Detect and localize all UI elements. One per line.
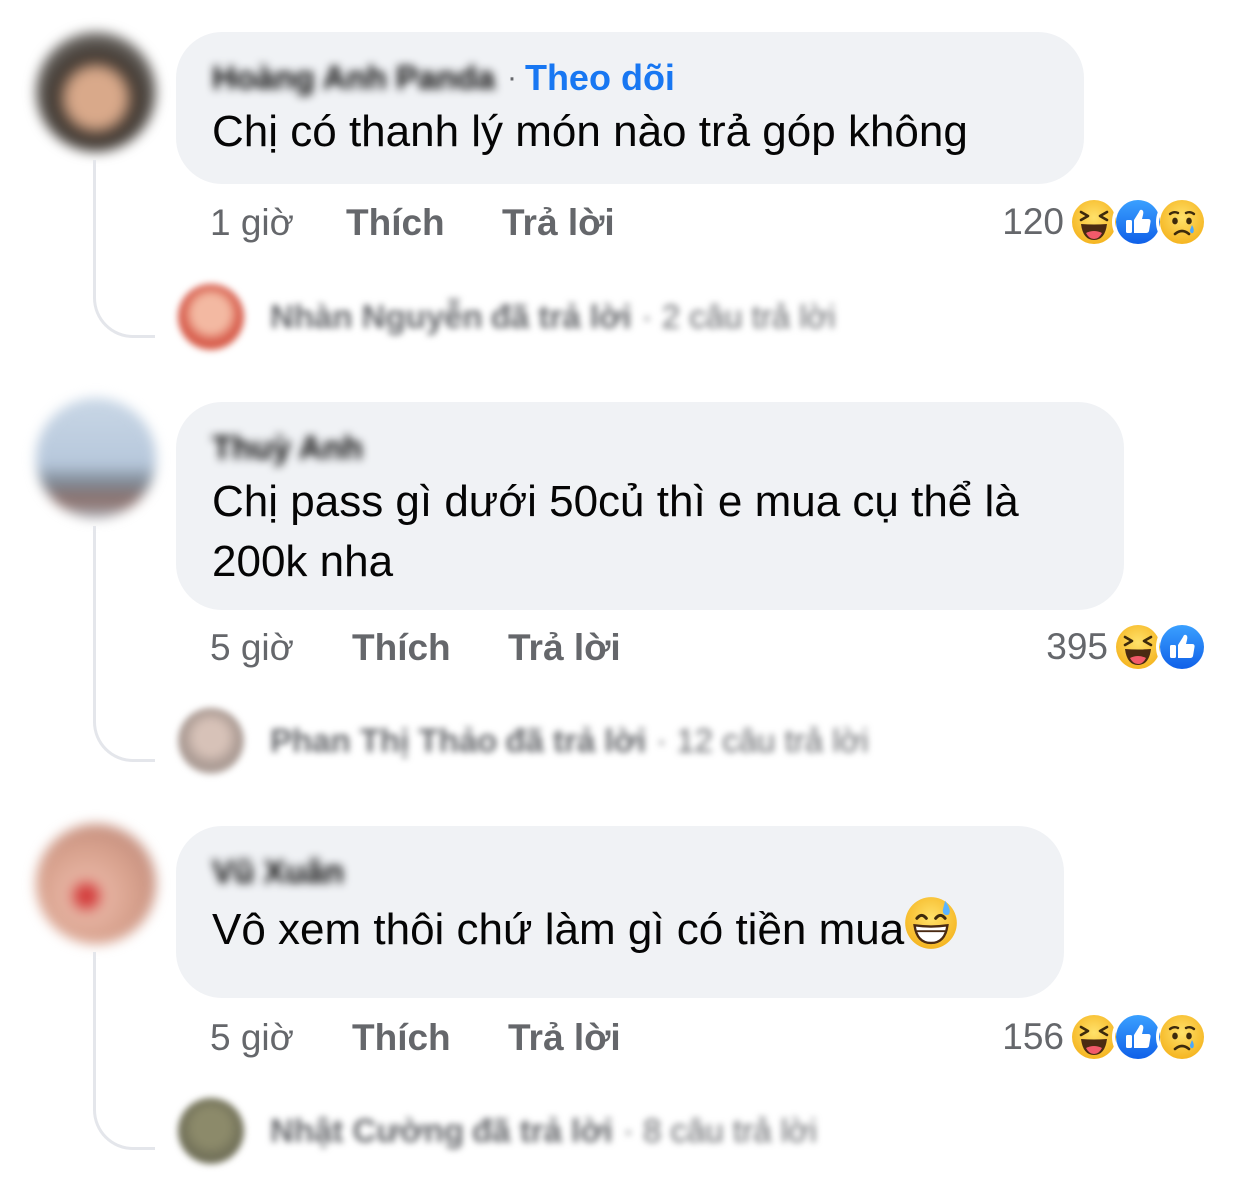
reaction-count: 395 — [1046, 626, 1108, 667]
comment-author[interactable]: Hoàng Anh Panda — [212, 59, 495, 97]
thread-line — [93, 160, 155, 338]
thread-line — [93, 526, 155, 762]
separator-dot: · — [506, 61, 517, 94]
comment-text: Chị có thanh lý món nào trả góp không — [212, 107, 968, 156]
comment-bubble: Vũ Xuân Vô xem thôi chứ làm gì có tiền m… — [176, 826, 1064, 998]
view-replies-link[interactable]: Phan Thị Thảo đã trả lời · 12 câu trả lờ… — [178, 706, 869, 776]
reply-avatar — [178, 284, 244, 350]
reaction-count: 120 — [1002, 201, 1064, 242]
reply-button[interactable]: Trả lời — [508, 1017, 621, 1059]
reply-author: Nhật Cường — [270, 1112, 465, 1149]
follow-link[interactable]: Theo dõi — [525, 57, 675, 99]
reply-button[interactable]: Trả lời — [502, 202, 615, 244]
like-button[interactable]: Thích — [352, 627, 508, 669]
comment-bubble: Hoàng Anh Panda · Theo dõi Chị có thanh … — [176, 32, 1084, 184]
avatar[interactable] — [36, 398, 156, 518]
reply-avatar — [178, 1098, 244, 1164]
view-replies-link[interactable]: Nhật Cường đã trả lời · 8 câu trả lời — [178, 1096, 817, 1166]
reaction-count: 156 — [1002, 1016, 1064, 1057]
grinning-sweat-icon — [904, 896, 958, 966]
comment-time[interactable]: 5 giờ — [210, 627, 352, 669]
comment-text: Chị pass gì dưới 50củ thì e mua cụ thể l… — [212, 477, 1019, 586]
comment-time[interactable]: 5 giờ — [210, 1017, 352, 1059]
avatar[interactable] — [36, 824, 156, 944]
view-replies-link[interactable]: Nhàn Nguyễn đã trả lời · 2 câu trả lời — [178, 282, 836, 352]
reply-verb: đã trả lời — [472, 1112, 613, 1149]
reply-author: Nhàn Nguyễn — [270, 298, 483, 335]
sad-icon — [1156, 1011, 1208, 1063]
comment-author[interactable]: Vũ Xuân — [212, 853, 344, 891]
like-icon — [1156, 621, 1208, 673]
reply-verb: đã trả lời — [490, 298, 632, 335]
sad-icon — [1156, 196, 1208, 248]
comment-text: Vô xem thôi chứ làm gì có tiền mua — [212, 905, 905, 954]
like-button[interactable]: Thích — [346, 202, 502, 244]
reply-count: · 8 câu trả lời — [622, 1112, 817, 1149]
like-button[interactable]: Thích — [352, 1017, 508, 1059]
comment-actions: 5 giờ Thích Trả lời — [210, 623, 621, 673]
reply-avatar — [178, 708, 244, 774]
thread-line — [93, 952, 155, 1150]
comment-actions: 1 giờ Thích Trả lời — [210, 198, 615, 248]
reply-count: · 2 câu trả lời — [641, 298, 836, 335]
comment-bubble: Thuỳ Anh Chị pass gì dưới 50củ thì e mua… — [176, 402, 1124, 610]
comment-actions: 5 giờ Thích Trả lời — [210, 1013, 621, 1063]
reactions-summary[interactable]: 395 — [1046, 619, 1208, 675]
reply-verb: đã trả lời — [505, 722, 647, 759]
reactions-summary[interactable]: 120 — [1002, 194, 1208, 250]
comment-time[interactable]: 1 giờ — [210, 202, 346, 244]
avatar[interactable] — [36, 32, 156, 152]
comment-author[interactable]: Thuỳ Anh — [212, 429, 363, 467]
reply-count: · 12 câu trả lời — [656, 722, 869, 759]
reply-author: Phan Thị Thảo — [270, 722, 498, 759]
reactions-summary[interactable]: 156 — [1002, 1009, 1208, 1065]
reply-button[interactable]: Trả lời — [508, 627, 621, 669]
